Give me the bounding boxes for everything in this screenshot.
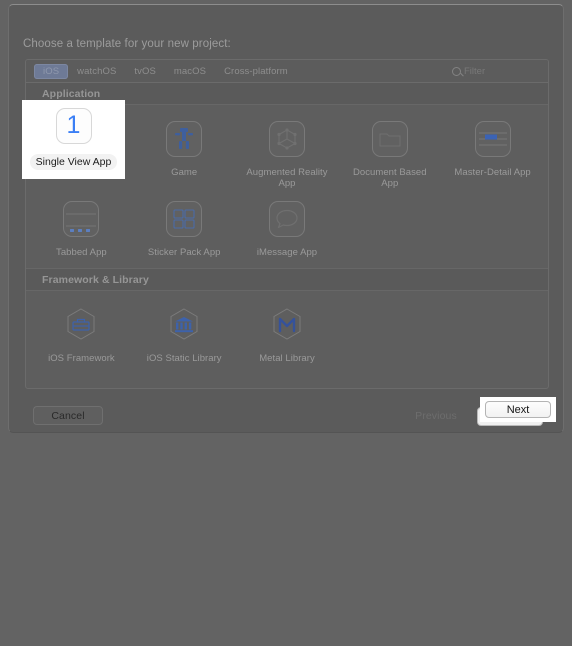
master-detail-app-icon: [473, 119, 513, 159]
template-label: Document Based App: [352, 167, 427, 189]
template-cell-empty: [338, 299, 441, 368]
template-cell-empty: [441, 299, 544, 368]
template-label: iMessage App: [256, 247, 318, 258]
template-label: Metal Library: [259, 353, 315, 364]
metal-library-icon: [267, 305, 307, 345]
ios-static-library-icon: [164, 305, 204, 345]
tab-tvos[interactable]: tvOS: [125, 64, 165, 79]
template-label: Tabbed App: [56, 247, 107, 258]
template-cell-ios-framework[interactable]: iOS Framework: [30, 299, 133, 368]
tab-macos[interactable]: macOS: [165, 64, 215, 79]
template-cell-empty: [338, 193, 441, 262]
tab-watchos[interactable]: watchOS: [68, 64, 125, 79]
template-label: Augmented Reality App: [246, 167, 328, 189]
filter-field[interactable]: Filter: [448, 64, 540, 79]
template-label: Game: [171, 167, 198, 178]
next-button-highlighted[interactable]: Next: [485, 401, 551, 418]
dialog-prompt: Choose a template for your new project:: [23, 38, 231, 50]
template-cell-sticker-pack-app[interactable]: Sticker Pack App: [133, 193, 236, 262]
dialog-titlebar[interactable]: [9, 5, 563, 31]
template-cell-master-detail-app[interactable]: Master-Detail App: [441, 113, 544, 193]
game-icon: [164, 119, 204, 159]
template-cell-ios-static-library[interactable]: iOS Static Library: [133, 299, 236, 368]
search-icon: [452, 67, 461, 76]
tab-ios[interactable]: iOS: [34, 63, 69, 79]
template-cell-document-based-app[interactable]: Document Based App: [338, 113, 441, 193]
highlight-single-view-app[interactable]: 1 Single View App: [22, 100, 125, 179]
template-label: Sticker Pack App: [147, 247, 221, 258]
new-project-template-dialog: Choose a template for your new project: …: [8, 4, 564, 433]
template-cell-game[interactable]: Game: [133, 113, 236, 193]
framework-template-grid: iOS Framework iOS Static Library Metal L…: [26, 291, 548, 374]
template-label: iOS Framework: [48, 353, 115, 364]
previous-button[interactable]: Previous: [405, 406, 467, 425]
highlight-next-button[interactable]: Next: [480, 397, 556, 422]
template-label: iOS Static Library: [146, 353, 222, 364]
single-view-app-label: Single View App: [29, 154, 118, 170]
section-header-framework-library: Framework & Library: [26, 269, 548, 291]
cancel-button[interactable]: Cancel: [33, 406, 103, 425]
augmented-reality-app-icon: [267, 119, 307, 159]
sticker-pack-app-icon: [164, 199, 204, 239]
imessage-app-icon: [267, 199, 307, 239]
template-cell-tabbed-app[interactable]: Tabbed App: [30, 193, 133, 262]
single-view-badge: 1: [66, 110, 81, 139]
template-cell-empty: [441, 193, 544, 262]
single-view-app-icon-highlighted: 1: [55, 108, 92, 144]
template-cell-imessage-app[interactable]: iMessage App: [236, 193, 339, 262]
tab-cross-platform[interactable]: Cross-platform: [215, 64, 297, 79]
tabbed-app-icon: [61, 199, 101, 239]
ios-framework-icon: [61, 305, 101, 345]
platform-tabbar: iOS watchOS tvOS macOS Cross-platform Fi…: [26, 60, 548, 83]
filter-placeholder: Filter: [464, 66, 486, 77]
document-based-app-icon: [370, 119, 410, 159]
template-cell-augmented-reality-app[interactable]: Augmented Reality App: [236, 113, 339, 193]
template-cell-metal-library[interactable]: Metal Library: [236, 299, 339, 368]
template-label: Master-Detail App: [454, 167, 531, 178]
